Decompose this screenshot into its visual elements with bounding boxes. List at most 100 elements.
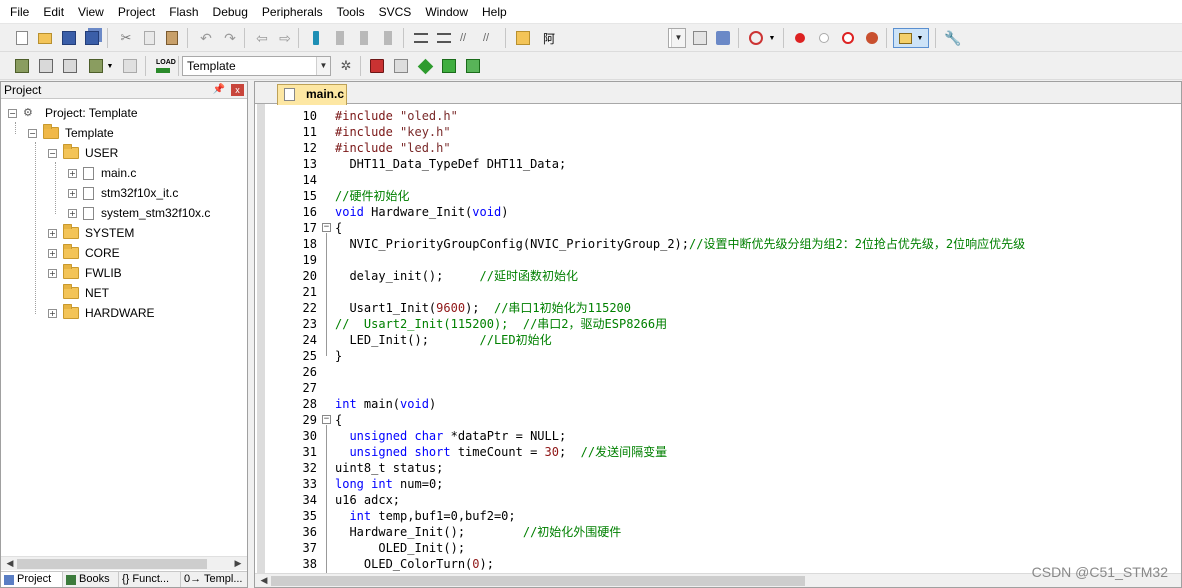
tree-group[interactable]: + FWLIB: [48, 263, 122, 283]
tab-books[interactable]: Books: [63, 572, 119, 587]
open-file-icon[interactable]: [35, 28, 55, 48]
code-line[interactable]: 29−{: [255, 412, 1181, 428]
tab-templates[interactable]: 0→ Templ...: [181, 572, 245, 587]
project-hscrollbar[interactable]: ◀ ▶: [1, 556, 247, 570]
menu-item-tools[interactable]: Tools: [330, 0, 372, 24]
code-line[interactable]: 37 OLED_Init();: [255, 540, 1181, 556]
kill-breakpoints-icon[interactable]: [862, 28, 882, 48]
load-icon[interactable]: LOAD: [153, 56, 176, 76]
code-line[interactable]: 36 Hardware_Init(); //初始化外围硬件: [255, 524, 1181, 540]
menu-item-help[interactable]: Help: [475, 0, 514, 24]
copy-icon[interactable]: [139, 28, 159, 48]
cut-icon[interactable]: ✂: [116, 28, 136, 48]
menu-item-window[interactable]: Window: [418, 0, 475, 24]
enable-breakpoints-icon[interactable]: [838, 28, 858, 48]
tree-group[interactable]: + CORE: [48, 243, 120, 263]
translate-icon[interactable]: [12, 56, 32, 76]
code-line[interactable]: 24 LED_Init(); //LED初始化: [255, 332, 1181, 348]
pack-installer-icon[interactable]: [439, 56, 459, 76]
expand-icon[interactable]: +: [68, 188, 77, 198]
fold-toggle-icon[interactable]: −: [322, 223, 331, 232]
fold-toggle-icon[interactable]: −: [322, 415, 331, 424]
code-line[interactable]: 30 unsigned char *dataPtr = NULL;: [255, 428, 1181, 444]
batch-build-icon[interactable]: [86, 56, 106, 76]
save-all-icon[interactable]: [82, 28, 102, 48]
code-line[interactable]: 35 int temp,buf1=0,buf2=0;: [255, 508, 1181, 524]
indent-icon[interactable]: [411, 28, 431, 48]
comment-icon[interactable]: //: [457, 28, 477, 48]
select-packs-icon[interactable]: [391, 56, 411, 76]
scroll-left-icon[interactable]: ◀: [257, 574, 271, 587]
code-line[interactable]: 32 uint8_t status;: [255, 460, 1181, 476]
target-select[interactable]: Template ▼: [182, 56, 331, 76]
scroll-right-icon[interactable]: ▶: [231, 557, 245, 570]
tree-group[interactable]: + SYSTEM: [48, 223, 134, 243]
code-line[interactable]: 19: [255, 252, 1181, 268]
close-icon[interactable]: x: [231, 84, 244, 96]
menu-item-view[interactable]: View: [71, 0, 111, 24]
code-line[interactable]: 34 u16 adcx;: [255, 492, 1181, 508]
code-line[interactable]: 28 int main(void): [255, 396, 1181, 412]
code-line[interactable]: 27: [255, 380, 1181, 396]
manage-project-icon[interactable]: [367, 56, 387, 76]
expand-icon[interactable]: +: [48, 248, 57, 258]
menu-item-file[interactable]: File: [3, 0, 36, 24]
tab-project[interactable]: Project: [1, 572, 63, 587]
expand-icon[interactable]: +: [48, 228, 57, 238]
code-line[interactable]: 11 #include "key.h": [255, 124, 1181, 140]
collapse-icon[interactable]: −: [8, 108, 17, 118]
find-in-files-icon[interactable]: [513, 28, 533, 48]
code-line[interactable]: 12 #include "led.h": [255, 140, 1181, 156]
build-icon[interactable]: [36, 56, 56, 76]
menu-item-debug[interactable]: Debug: [206, 0, 255, 24]
find-icon[interactable]: [713, 28, 733, 48]
incremental-find-icon[interactable]: [690, 28, 710, 48]
redo-icon[interactable]: ↷: [220, 28, 240, 48]
bookmark-icon[interactable]: [306, 28, 326, 48]
scroll-thumb[interactable]: [17, 559, 207, 569]
expand-icon[interactable]: +: [68, 168, 77, 178]
tree-group[interactable]: + HARDWARE: [48, 303, 155, 323]
chevron-down-icon[interactable]: ▼: [105, 56, 115, 76]
tree-root[interactable]: − ⚙ Project: Template: [8, 103, 138, 123]
code-line[interactable]: 18 NVIC_PriorityGroupConfig(NVIC_Priorit…: [255, 236, 1181, 252]
manage-rte-icon[interactable]: [415, 56, 435, 76]
wrench-icon[interactable]: 🔧: [941, 28, 961, 48]
tab-functions[interactable]: {} Funct...: [119, 572, 181, 587]
tree-group-user[interactable]: − USER: [48, 143, 118, 163]
code-line[interactable]: 17−{: [255, 220, 1181, 236]
code-line[interactable]: 20 delay_init(); //延时函数初始化: [255, 268, 1181, 284]
tree-file[interactable]: + stm32f10x_it.c: [68, 183, 178, 203]
collapse-icon[interactable]: −: [28, 128, 37, 138]
expand-icon[interactable]: +: [48, 268, 57, 278]
code-line[interactable]: 13 DHT11_Data_TypeDef DHT11_Data;: [255, 156, 1181, 172]
target-options-icon[interactable]: ✲: [336, 56, 356, 76]
save-icon[interactable]: [59, 28, 79, 48]
scroll-thumb[interactable]: [271, 576, 805, 586]
next-bookmark-icon[interactable]: [354, 28, 374, 48]
prev-bookmark-icon[interactable]: [330, 28, 350, 48]
expand-icon[interactable]: +: [48, 308, 57, 318]
window-layout-icon[interactable]: ▼: [893, 28, 929, 48]
code-line[interactable]: 31 unsigned short timeCount = 30; //发送间隔…: [255, 444, 1181, 460]
chevron-down-icon[interactable]: ▼: [767, 28, 777, 48]
tree-file[interactable]: + main.c: [68, 163, 136, 183]
code-line[interactable]: 25}: [255, 348, 1181, 364]
find-combo[interactable]: ▼: [668, 28, 686, 48]
tree-group[interactable]: NET: [63, 283, 109, 303]
menu-item-svcs[interactable]: SVCS: [372, 0, 419, 24]
expand-icon[interactable]: +: [68, 208, 77, 218]
breakpoint-disabled-icon[interactable]: [814, 28, 834, 48]
code-line[interactable]: 14: [255, 172, 1181, 188]
code-line[interactable]: 21: [255, 284, 1181, 300]
undo-icon[interactable]: ↶: [196, 28, 216, 48]
paste-icon[interactable]: [162, 28, 182, 48]
code-line[interactable]: 26: [255, 364, 1181, 380]
clear-bookmarks-icon[interactable]: [378, 28, 398, 48]
uncomment-icon[interactable]: //: [480, 28, 500, 48]
collapse-icon[interactable]: −: [48, 148, 57, 158]
code-line[interactable]: 22 Usart1_Init(9600); //串口1初始化为115200: [255, 300, 1181, 316]
tree-target[interactable]: − Template: [28, 123, 114, 143]
unindent-icon[interactable]: [434, 28, 454, 48]
pin-icon[interactable]: 📌: [213, 82, 225, 98]
